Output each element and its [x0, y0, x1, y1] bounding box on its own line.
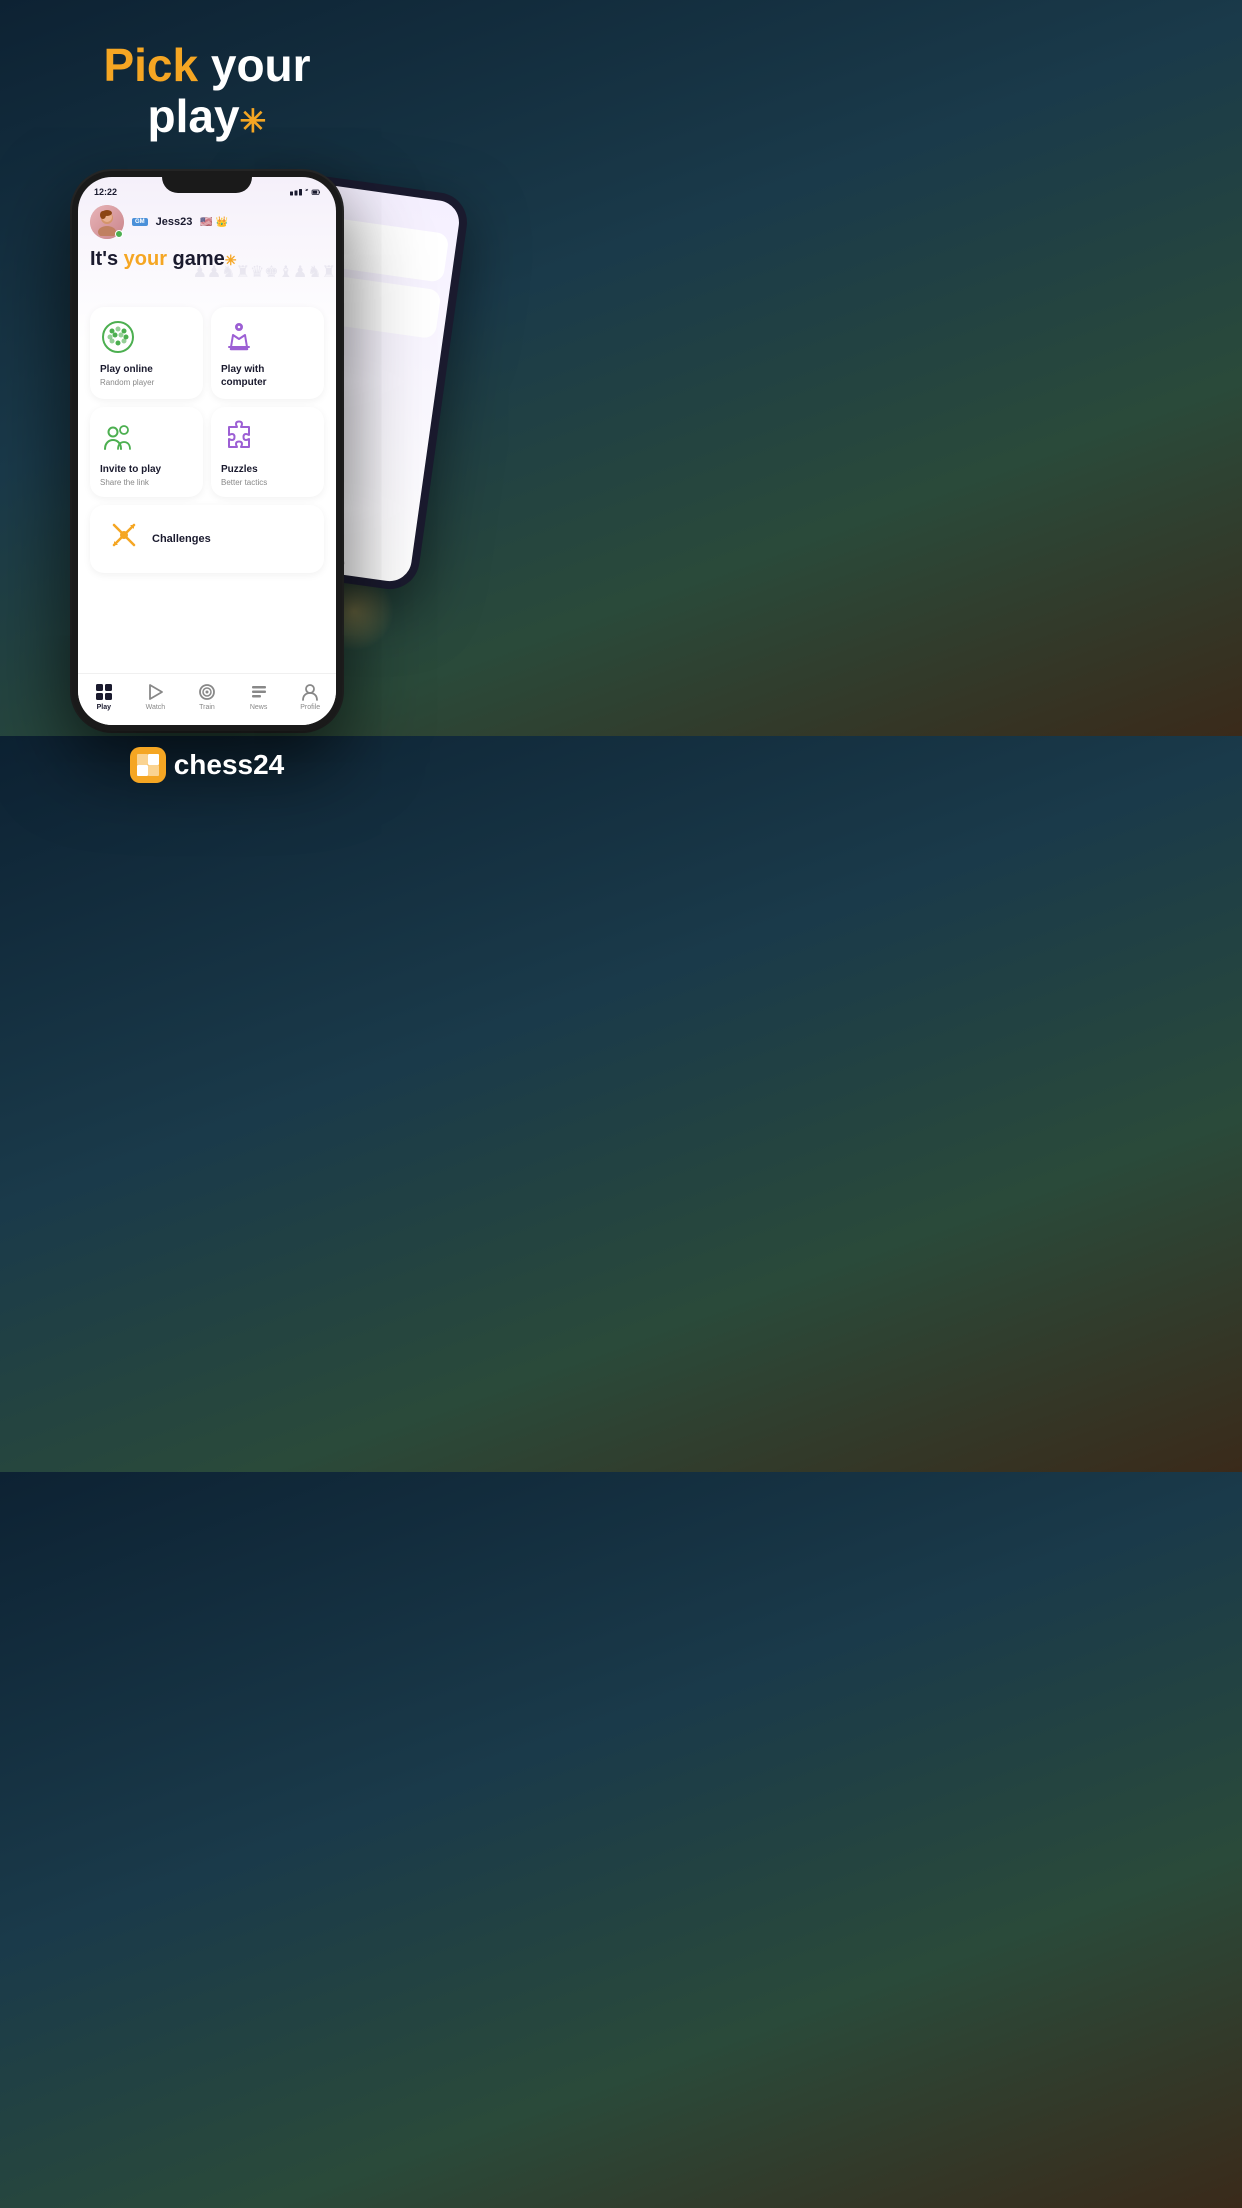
bottom-logo: chess24 [130, 731, 285, 803]
nav-play[interactable]: Play [94, 682, 114, 711]
pick-word: Pick [103, 39, 198, 91]
play-nav-icon [94, 682, 114, 702]
avatar-wrapper [90, 205, 124, 239]
phone-notch [162, 171, 252, 193]
train-nav-icon [197, 682, 217, 702]
puzzles-subtitle: Better tactics [221, 478, 267, 487]
bottom-nav: Play Watch [78, 673, 336, 725]
hero-your: your [124, 248, 167, 270]
nav-profile-label: Profile [300, 704, 320, 711]
nav-train[interactable]: Train [197, 682, 217, 711]
user-header: GM Jess23 🇺🇸 👑 [90, 205, 324, 239]
gm-badge: GM [132, 218, 148, 226]
nav-train-label: Train [199, 704, 215, 711]
header-title: Pick your play✳ [20, 40, 394, 141]
puzzles-title: Puzzles [221, 463, 258, 476]
nav-news[interactable]: News [249, 682, 269, 711]
play-word: play [147, 90, 239, 142]
puzzles-icon [221, 419, 257, 455]
online-indicator [115, 230, 123, 238]
card-invite[interactable]: Invite to play Share the link [90, 407, 203, 497]
play-computer-title: Play with computer [221, 363, 267, 389]
phone-main: 12:22 [72, 171, 342, 731]
app-content: GM Jess23 🇺🇸 👑 ♟♟♞♜♛♚♝♟♞♜ It's your game… [78, 201, 336, 679]
hero-its: It's [90, 248, 124, 270]
nav-watch[interactable]: Watch [145, 682, 165, 711]
nav-news-label: News [250, 704, 268, 711]
nav-profile[interactable]: Profile [300, 682, 320, 711]
invite-title: Invite to play [100, 463, 161, 476]
play-online-subtitle: Random player [100, 378, 154, 387]
logo-text: chess24 [174, 749, 285, 781]
challenges-title: Challenges [152, 533, 211, 545]
your-word: your [211, 39, 311, 91]
invite-subtitle: Share the link [100, 478, 149, 487]
phone-wrapper: Invite to play Share the link Puzzles Be… [0, 161, 414, 731]
header-section: Pick your play✳ [0, 0, 414, 161]
play-online-title: Play online [100, 363, 153, 376]
nav-play-label: Play [97, 704, 111, 711]
user-flags: 🇺🇸 👑 [200, 217, 228, 228]
invite-icon [100, 419, 136, 455]
news-nav-icon [249, 682, 269, 702]
chess-bg-decoration: ♟♟♞♜♛♚♝♟♞♜ [170, 247, 336, 297]
phone-screen: 12:22 [78, 177, 336, 725]
card-puzzles[interactable]: Puzzles Better tactics [211, 407, 324, 497]
play-computer-icon [221, 319, 257, 355]
watch-nav-icon [145, 682, 165, 702]
play-online-icon [100, 319, 136, 355]
card-play-online[interactable]: Play online Random player [90, 307, 203, 399]
hero-section: ♟♟♞♜♛♚♝♟♞♜ It's your game✳ [90, 247, 324, 299]
status-icons [290, 187, 320, 197]
header-asterisk: ✳ [240, 103, 267, 139]
username: Jess23 [156, 216, 193, 228]
profile-nav-icon [300, 682, 320, 702]
nav-watch-label: Watch [146, 704, 166, 711]
logo-icon [130, 747, 166, 783]
card-play-computer[interactable]: Play with computer [211, 307, 324, 399]
card-challenges[interactable]: Challenges [90, 505, 324, 573]
challenges-icon [106, 517, 142, 553]
status-time: 12:22 [94, 187, 117, 197]
cards-grid: Play online Random player [90, 307, 324, 497]
